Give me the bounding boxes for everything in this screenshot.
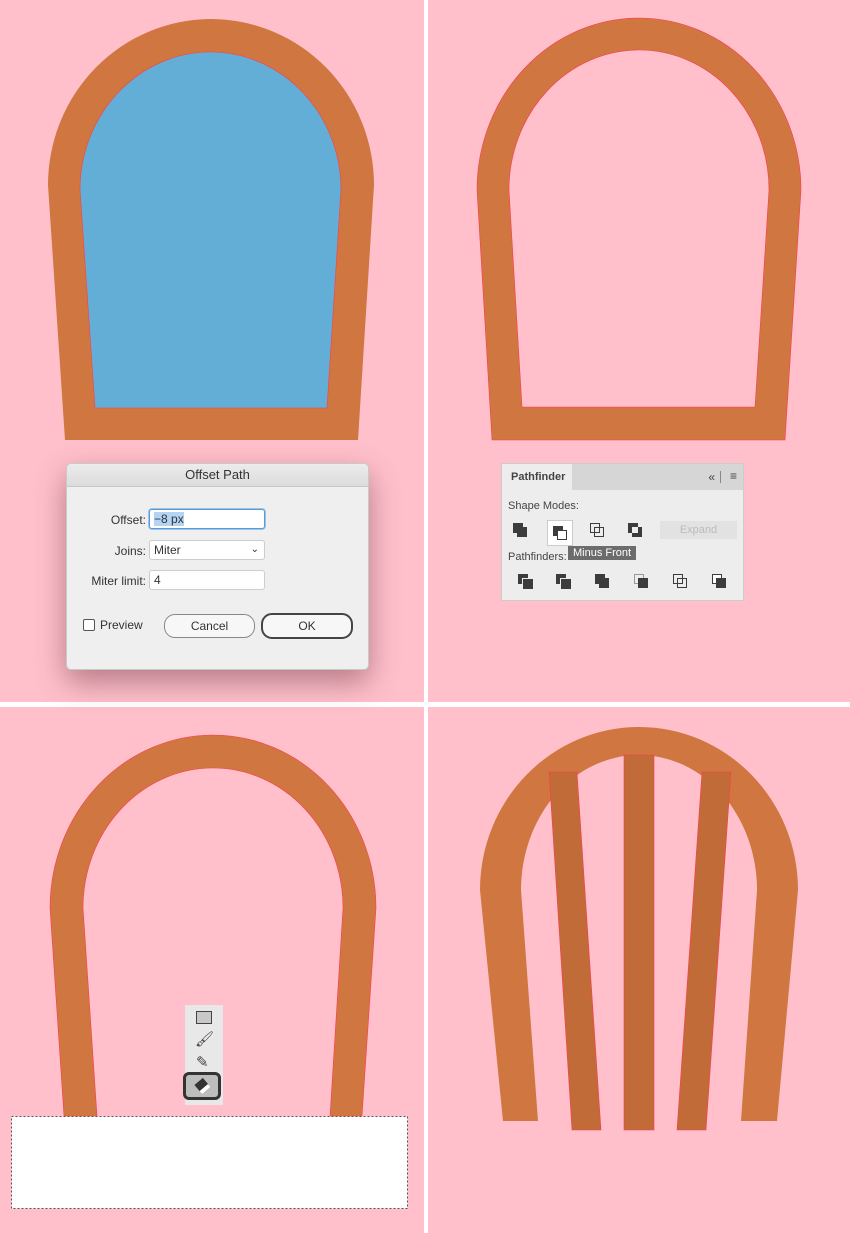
eraser-icon xyxy=(194,1077,211,1095)
preview-label: Preview xyxy=(100,618,143,632)
collapse-icon[interactable]: « xyxy=(708,470,715,484)
tooltip-minus-front: Minus Front xyxy=(568,546,637,560)
joins-select[interactable]: Miter ⌄ xyxy=(149,540,265,560)
ok-button[interactable]: OK xyxy=(261,613,353,639)
miter-limit-label: Miter limit: xyxy=(91,574,146,588)
chevron-down-icon: ⌄ xyxy=(250,544,259,555)
expand-button[interactable]: Expand xyxy=(660,521,737,539)
merge-icon[interactable] xyxy=(595,574,611,590)
miter-limit-input[interactable]: 4 xyxy=(149,570,265,590)
panel-tabbar: Pathfinder « ≡ xyxy=(502,464,743,491)
arch-frame-shape[interactable] xyxy=(476,17,802,441)
bar-left[interactable] xyxy=(548,771,602,1131)
exclude-icon[interactable] xyxy=(628,523,644,539)
unite-icon[interactable] xyxy=(513,523,529,539)
divider xyxy=(720,471,721,483)
intersect-icon[interactable] xyxy=(590,523,606,539)
offset-input[interactable]: −8 px xyxy=(149,509,265,529)
paintbrush-tool-icon[interactable]: 🖌 xyxy=(195,1030,214,1048)
pencil-tool-icon[interactable]: ✎ xyxy=(196,1053,209,1071)
bar-middle[interactable] xyxy=(623,754,655,1131)
joins-label: Joins: xyxy=(114,544,146,558)
crop-icon[interactable] xyxy=(634,574,650,590)
bar-right[interactable] xyxy=(676,771,732,1131)
minus-back-icon[interactable] xyxy=(712,574,728,590)
rectangle-tool-icon[interactable] xyxy=(196,1011,212,1024)
eraser-tool-button[interactable] xyxy=(183,1072,221,1100)
dialog-title: Offset Path xyxy=(67,464,368,487)
arch-inner-blue-shape[interactable] xyxy=(79,51,342,409)
preview-checkbox[interactable] xyxy=(83,619,95,631)
cancel-button[interactable]: Cancel xyxy=(164,614,255,638)
offset-value: −8 px xyxy=(154,512,184,526)
divide-icon[interactable] xyxy=(518,574,534,590)
tab-pathfinder[interactable]: Pathfinder xyxy=(502,464,572,491)
offset-path-dialog: Offset Path Offset: −8 px Joins: Miter ⌄ … xyxy=(66,463,369,670)
tool-flyout: 🖌 ✎ xyxy=(183,1005,223,1105)
eraser-marquee xyxy=(11,1116,408,1209)
pathfinder-panel: Pathfinder « ≡ Shape Modes: Expand Pathf… xyxy=(501,463,744,601)
shape-modes-label: Shape Modes: xyxy=(508,500,579,512)
outline-icon[interactable] xyxy=(673,574,689,590)
minus-front-button[interactable] xyxy=(547,520,573,546)
menu-icon[interactable]: ≡ xyxy=(730,469,737,483)
joins-value: Miter xyxy=(154,543,181,557)
offset-label: Offset: xyxy=(110,513,146,527)
pathfinders-label: Pathfinders: xyxy=(508,551,567,563)
trim-icon[interactable] xyxy=(556,574,572,590)
